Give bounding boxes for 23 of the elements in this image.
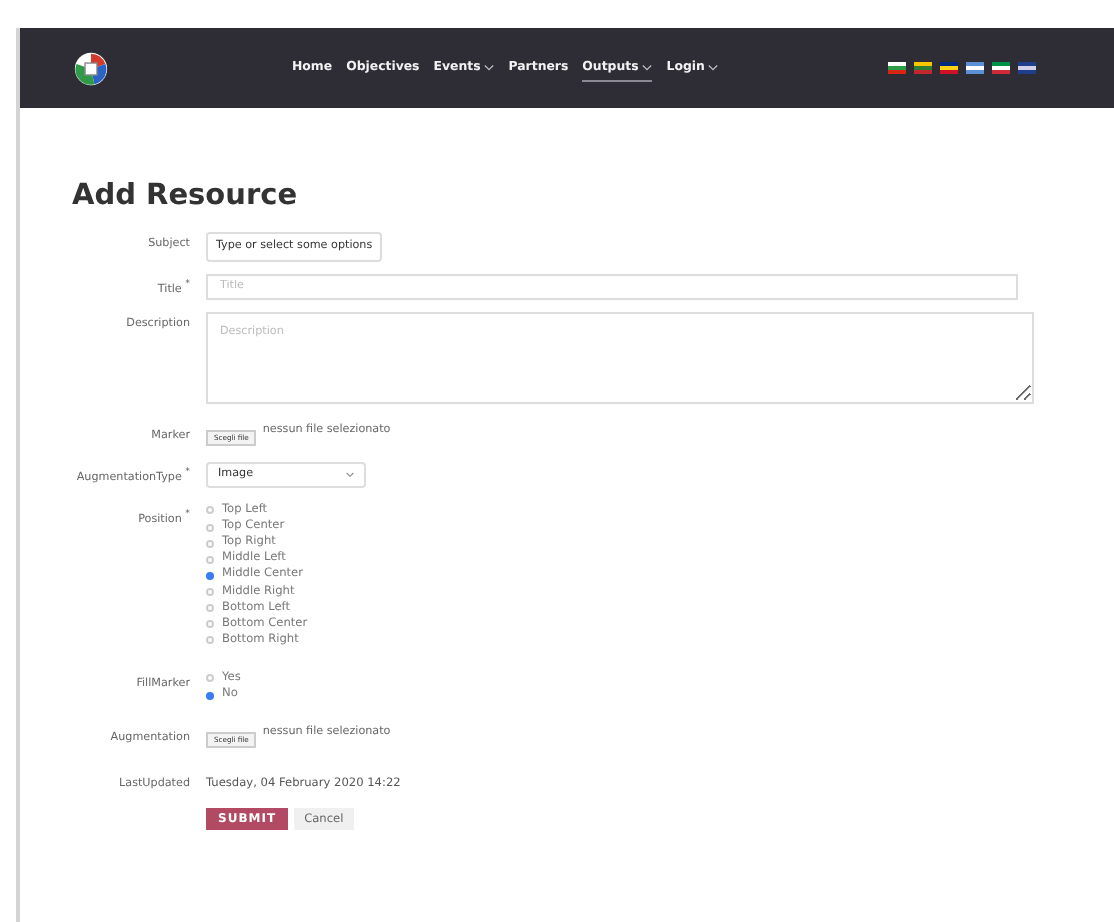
radio-button[interactable] bbox=[206, 620, 214, 629]
radio-button[interactable] bbox=[206, 691, 214, 700]
radio-button[interactable] bbox=[206, 571, 214, 580]
radio-button[interactable] bbox=[206, 523, 214, 531]
radio-button[interactable] bbox=[206, 555, 214, 564]
caret-icon bbox=[708, 63, 719, 71]
radio-button[interactable] bbox=[206, 506, 214, 515]
logo-icon[interactable] bbox=[74, 51, 108, 85]
radio-button[interactable] bbox=[206, 674, 214, 683]
radio-button[interactable] bbox=[206, 604, 214, 613]
flag-icon[interactable] bbox=[1018, 62, 1037, 74]
page-title: Add Resource bbox=[72, 180, 300, 212]
flag-icon[interactable] bbox=[940, 62, 959, 74]
radio-button[interactable] bbox=[206, 539, 214, 548]
flag-icon[interactable] bbox=[914, 62, 933, 74]
flag-icon[interactable] bbox=[888, 62, 907, 74]
caret-icon bbox=[484, 63, 495, 71]
caret-icon bbox=[642, 63, 653, 71]
radio-button[interactable] bbox=[206, 588, 214, 597]
caret-icon bbox=[346, 471, 354, 478]
flag-icon[interactable] bbox=[992, 62, 1011, 74]
flag-icon[interactable] bbox=[966, 62, 985, 74]
radio-button[interactable] bbox=[206, 636, 214, 645]
